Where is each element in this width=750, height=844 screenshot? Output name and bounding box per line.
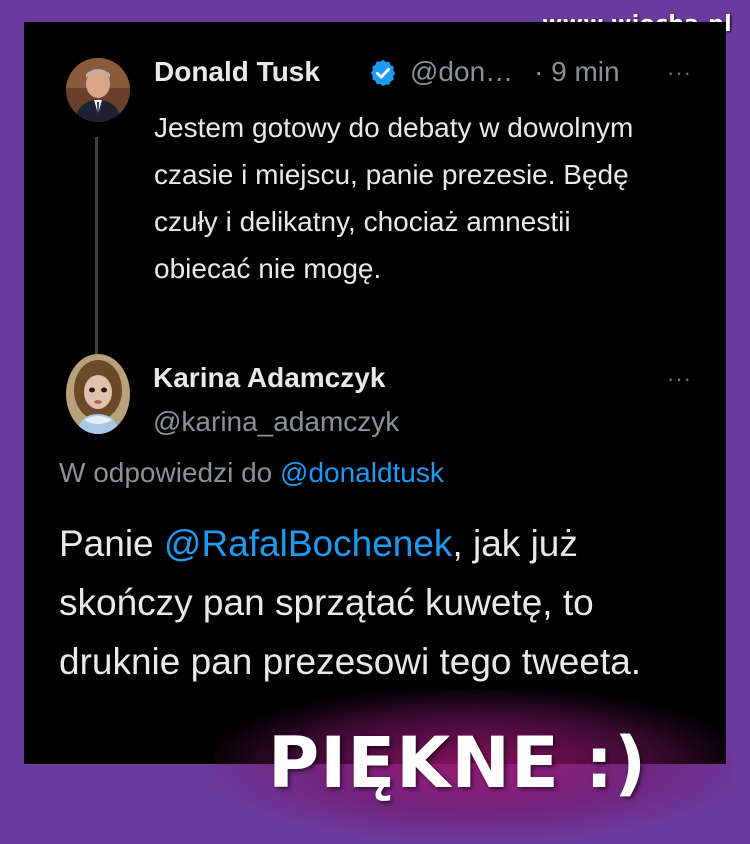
- mention-link[interactable]: @RafalBochenek: [164, 523, 453, 564]
- tweet-thread-panel: Donald Tusk @don… · 9 min ··· Jestem got…: [24, 22, 726, 764]
- thread-connector-line: [95, 137, 98, 365]
- author-name[interactable]: Donald Tusk: [154, 56, 320, 88]
- avatar-donald-tusk[interactable]: [66, 58, 130, 122]
- avatar-karina-adamczyk[interactable]: [66, 354, 130, 434]
- verified-badge-icon: [368, 58, 398, 93]
- tweet-text-part: Panie: [59, 523, 164, 564]
- author-name[interactable]: Karina Adamczyk: [153, 362, 385, 394]
- more-options-icon[interactable]: ···: [667, 60, 692, 86]
- more-options-icon[interactable]: ···: [667, 366, 692, 392]
- tweet-text: Jestem gotowy do debaty w dowolnym czasi…: [154, 112, 634, 284]
- author-handle[interactable]: @karina_adamczyk: [153, 406, 399, 438]
- reply-context-label: W odpowiedzi do: [59, 457, 281, 488]
- reply-mention-link[interactable]: @donaldtusk: [280, 457, 444, 488]
- reply-context: W odpowiedzi do @donaldtusk: [59, 457, 444, 489]
- tweet-timestamp[interactable]: · 9 min: [534, 56, 620, 88]
- tweet-text: Panie @RafalBochenek, jak już skończy pa…: [59, 514, 709, 691]
- author-handle[interactable]: @don…: [410, 56, 513, 88]
- avatar-photo: [66, 354, 130, 434]
- caption-overlay: PIĘKNE :): [268, 722, 648, 804]
- avatar-photo: [66, 58, 130, 122]
